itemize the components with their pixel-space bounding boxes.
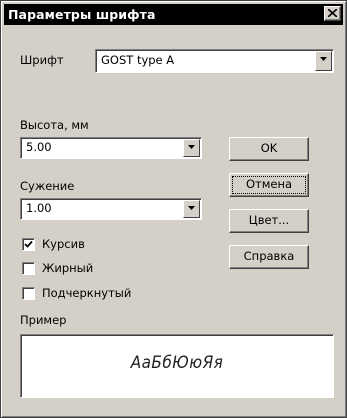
font-preview-sample: АаБбЮюЯя <box>130 353 224 373</box>
font-label: Шрифт <box>20 53 64 67</box>
title-bar: Параметры шрифта <box>4 4 343 25</box>
preview-label: Пример <box>20 313 67 327</box>
close-button[interactable] <box>324 6 341 21</box>
help-button[interactable]: Справка <box>229 245 309 269</box>
ok-button[interactable]: OK <box>229 137 309 161</box>
underline-label[interactable]: Подчеркнутый <box>42 286 131 300</box>
height-label: Высота, мм <box>20 118 89 132</box>
height-dropdown-button[interactable] <box>183 139 200 157</box>
bold-checkbox[interactable] <box>22 262 35 275</box>
height-select[interactable]: 5.00 <box>20 137 202 159</box>
narrowing-select[interactable]: 1.00 <box>20 198 202 220</box>
dialog-title: Параметры шрифта <box>8 7 156 22</box>
underline-checkbox[interactable] <box>22 287 35 300</box>
color-button[interactable]: Цвет... <box>229 209 309 233</box>
narrowing-label: Сужение <box>20 179 75 193</box>
narrowing-select-value: 1.00 <box>26 201 52 215</box>
font-select-value: GOST type A <box>101 53 175 67</box>
italic-checkbox[interactable] <box>22 238 35 251</box>
cancel-button[interactable]: Отмена <box>229 173 309 197</box>
font-dropdown-button[interactable] <box>315 51 332 71</box>
font-preview-box: АаБбЮюЯя <box>20 334 334 398</box>
bold-label[interactable]: Жирный <box>42 261 93 275</box>
font-select[interactable]: GOST type A <box>95 49 334 73</box>
height-select-value: 5.00 <box>26 140 52 154</box>
italic-label[interactable]: Курсив <box>42 237 85 251</box>
narrowing-dropdown-button[interactable] <box>183 200 200 218</box>
font-parameters-dialog: Параметры шрифта Шрифт GOST type A Высот… <box>0 0 347 418</box>
